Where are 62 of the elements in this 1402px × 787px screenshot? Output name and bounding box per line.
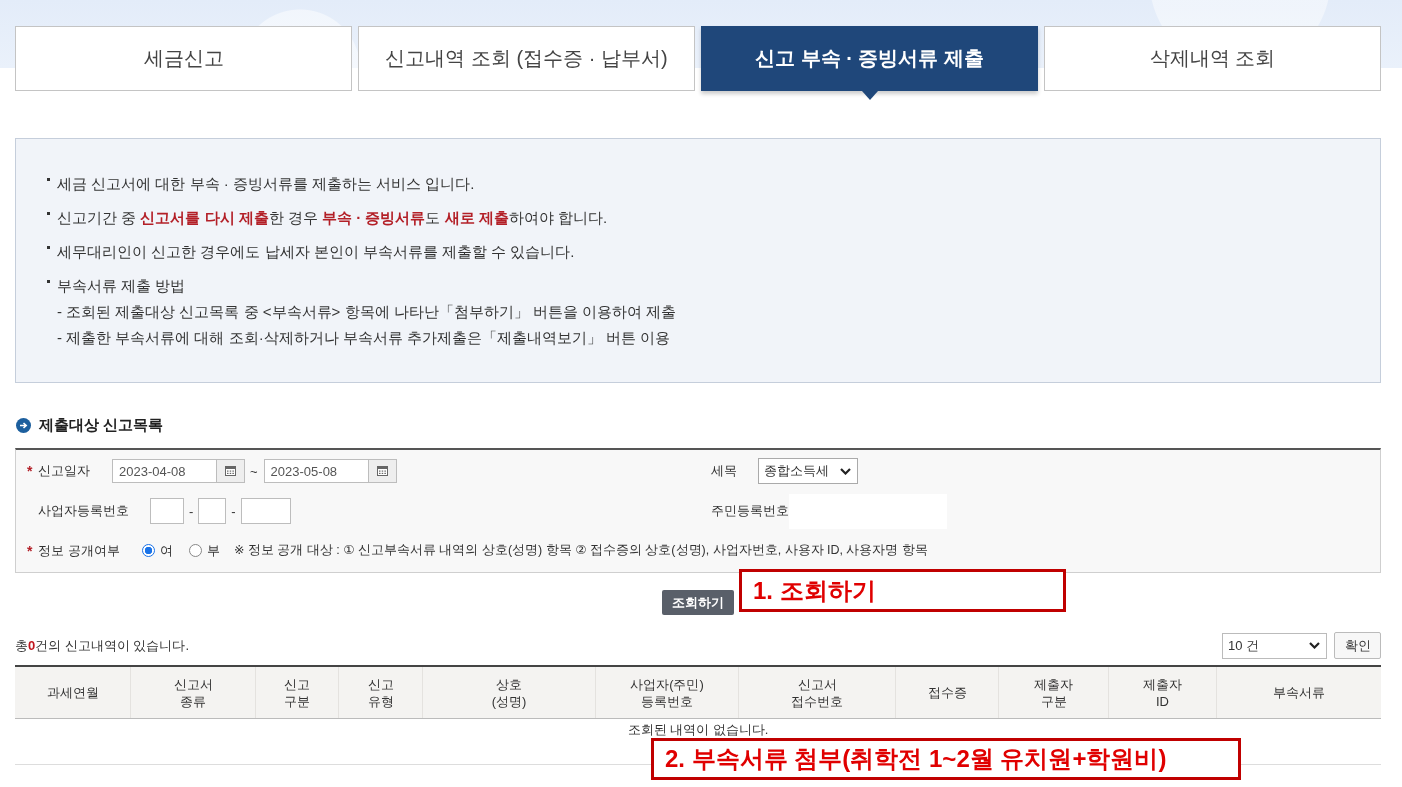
radio-label: 여	[160, 541, 173, 560]
column-header: 신고 구분	[255, 667, 338, 718]
chevron-down-icon	[840, 467, 851, 475]
bullet-icon	[47, 212, 50, 215]
bullet-icon	[47, 280, 50, 283]
required-mark: *	[27, 542, 34, 559]
disclosure-note: ※ 정보 공개 대상 : ① 신고부속서류 내역의 상호(성명) 항목 ② 접수증의 상호(성명), 사업자번호, 사용자 ID, 사용자명 항목	[234, 542, 928, 559]
search-button[interactable]: 조회하기	[662, 590, 734, 615]
required-mark: *	[27, 463, 34, 479]
tab[interactable]: 신고내역 조회 (접수증 · 납부서)	[358, 26, 695, 91]
notice-text: 부속서류 제출 방법	[57, 276, 186, 296]
column-header: 부속서류	[1216, 667, 1381, 718]
annotation-callout: 2. 부속서류 첨부(취학전 1~2월 유치원+학원비)	[651, 738, 1241, 780]
input-field[interactable]	[240, 498, 291, 524]
field-label: 세목	[711, 462, 737, 480]
radio-label: 부	[207, 541, 220, 560]
calendar-button[interactable]	[217, 459, 245, 483]
bullet-icon	[47, 246, 50, 249]
range-separator: ~	[250, 463, 258, 479]
result-summary: 총0건의 신고내역이 있습니다.	[15, 636, 190, 655]
chevron-down-icon	[1309, 642, 1320, 649]
page-size-select[interactable]: 10 건	[1222, 632, 1327, 659]
column-header: 접수증	[895, 667, 998, 718]
field-label: 주민등록번호	[711, 502, 789, 520]
field-label: 정보 공개여부	[38, 541, 120, 560]
column-header: 신고서 종류	[130, 667, 255, 718]
notice-text: 신고기간 중 신고서를 다시 제출한 경우 부속 · 증빙서류도 새로 제출하여야 합니다.	[57, 208, 608, 228]
tax-item-select[interactable]: 종합소득세	[758, 458, 858, 484]
annotation-callout: 1. 조회하기	[739, 569, 1066, 612]
section-title: 제출대상 신고목록	[39, 415, 164, 435]
notice-text: 세무대리인이 신고한 경우에도 납세자 본인이 부속서류를 제출할 수 있습니다.	[57, 242, 575, 262]
arrow-circle-icon	[16, 417, 31, 433]
column-header: 상호 (성명)	[422, 667, 595, 718]
date-field[interactable]: 2023-05-08	[263, 459, 369, 483]
field-label: 신고일자	[38, 462, 90, 480]
column-header: 신고서 접수번호	[738, 667, 895, 718]
column-header: 과세연월	[45, 684, 100, 702]
column-header: 사업자(주민) 등록번호	[595, 667, 738, 718]
calendar-button[interactable]	[368, 459, 397, 483]
pointer-triangle-icon	[861, 91, 878, 100]
radio-button[interactable]	[142, 544, 155, 557]
column-header: 신고 유형	[338, 667, 422, 718]
confirm-button[interactable]: 확인	[1334, 632, 1381, 659]
dash-separator: -	[189, 503, 194, 519]
column-header: 제출자 구분	[998, 667, 1108, 718]
column-header: 제출자 ID	[1108, 667, 1216, 718]
notice-text: 세금 신고서에 대한 부속 · 증빙서류를 제출하는 서비스 입니다.	[57, 174, 475, 194]
dash-separator: -	[231, 503, 236, 519]
input-field[interactable]	[150, 498, 184, 524]
tab[interactable]: 삭제내역 조회	[1044, 26, 1381, 91]
calendar-icon	[376, 466, 388, 476]
input-field[interactable]	[198, 498, 227, 524]
radio-button[interactable]	[189, 544, 202, 557]
tab[interactable]: 세금신고	[15, 26, 352, 91]
date-field[interactable]: 2023-04-08	[112, 459, 217, 483]
notice-subtext: - 조회된 제출대상 신고목록 중 <부속서류> 항목에 나타난「첨부하기」 버튼을 이용하여 제출	[56, 302, 677, 322]
field-label: 사업자등록번호	[38, 502, 129, 520]
bullet-icon	[47, 178, 50, 181]
notice-subtext: - 제출한 부속서류에 대해 조회·삭제하거나 부속서류 추가제출은「제출내역보기」 버튼 이용	[56, 328, 671, 348]
tab[interactable]: 신고 부속 · 증빙서류 제출	[701, 26, 1038, 91]
calendar-icon	[225, 466, 236, 476]
empty-message: 조회된 내역이 없습니다.	[627, 722, 769, 738]
